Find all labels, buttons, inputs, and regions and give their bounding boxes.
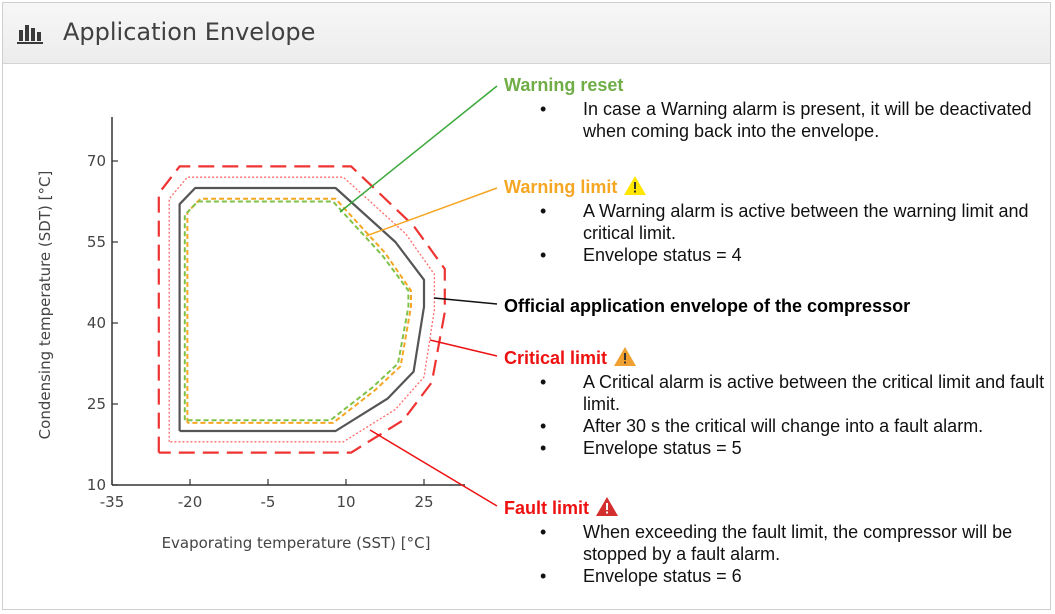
list-item: Envelope status = 6 [540,565,1049,587]
warning-triangle-red-icon [596,497,618,516]
list-item: A Critical alarm is active between the c… [540,371,1049,415]
y-tick-label: 55 [87,233,106,251]
warning-reset-bullets: In case a Warning alarm is present, it w… [540,98,1049,142]
chart-series [157,165,446,454]
x-tick-label: -5 [261,493,276,511]
x-tick-label: 25 [414,493,433,511]
series-warning-reset [183,200,410,422]
warning-limit-heading: Warning limit [504,175,1049,198]
fault-limit-heading: Fault limit [504,496,1049,519]
leader-official [433,297,498,305]
official-envelope-title: Official application envelope of the com… [504,296,911,316]
critical-limit-bullets: A Critical alarm is active between the c… [540,371,1049,459]
list-item: In case a Warning alarm is present, it w… [540,98,1049,142]
x-tick-label: 10 [336,493,355,511]
warning-limit-bullets: A Warning alarm is active between the wa… [540,200,1049,266]
list-item: When exceeding the fault limit, the comp… [540,521,1049,565]
series-fault-limit [157,165,446,454]
leader-critical-limit [429,339,498,357]
y-tick-label: 25 [87,395,106,413]
y-tick-label: 10 [87,476,106,494]
list-item: After 30 s the critical will change into… [540,415,1049,437]
warning-triangle-yellow-icon [624,176,647,195]
critical-limit-heading: Critical limit [504,346,1049,369]
list-item: Envelope status = 5 [540,437,1049,459]
callout-warning-limit: Warning limit A Warning alarm is active … [504,175,1049,266]
callout-fault-limit: Fault limit When exceeding the fault lim… [504,496,1049,587]
callout-warning-reset: Warning reset In case a Warning alarm is… [504,75,1049,142]
fault-limit-title: Fault limit [504,498,589,518]
warning-reset-title: Warning reset [504,75,624,95]
x-tick-label: -20 [178,493,203,511]
callout-critical-limit: Critical limit A Critical alarm is activ… [504,346,1049,459]
y-axis-title: Condensing temperature (SDT) [°C] [36,171,54,440]
series-official-application-envelope-of-the-compressor [178,186,426,433]
warning-triangle-orange-icon [614,347,637,366]
list-item: A Warning alarm is active between the wa… [540,200,1049,244]
warning-limit-title: Warning limit [504,177,618,197]
critical-limit-title: Critical limit [504,348,608,368]
callout-leader-lines [339,85,498,507]
fault-limit-bullets: When exceeding the fault limit, the comp… [540,521,1049,587]
list-item: Envelope status = 4 [540,244,1049,266]
chart-axes: -35 -20 -5 10 25 10 25 40 55 70 Evaporating temper… [36,117,465,552]
leader-warning-reset [339,85,498,213]
x-axis-title: Evaporating temperature (SST) [°C] [162,534,431,552]
series-critical-limit [168,176,436,443]
callout-official-envelope: Official application envelope of the com… [504,296,910,317]
leader-warning-limit [365,187,498,237]
x-tick-label: -35 [100,493,125,511]
y-tick-label: 70 [87,152,106,170]
y-tick-label: 40 [87,314,106,332]
